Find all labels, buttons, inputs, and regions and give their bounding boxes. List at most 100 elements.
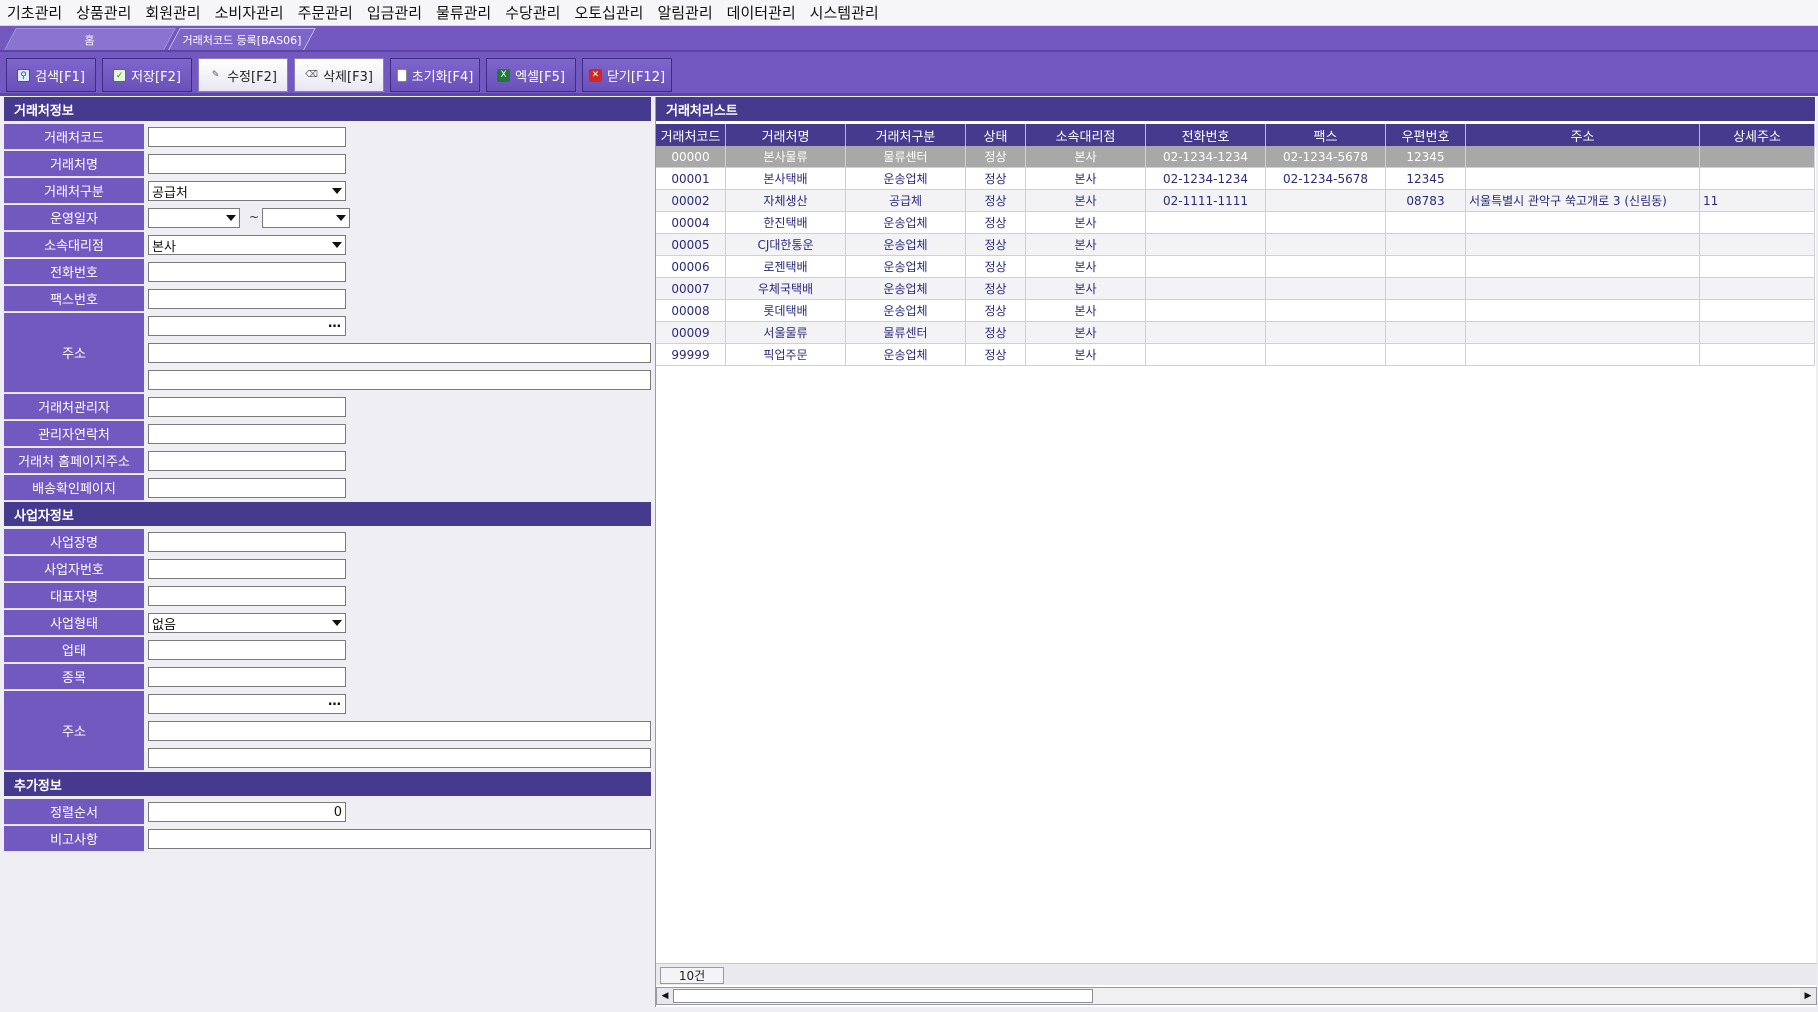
cell-branch: 본사 <box>1026 234 1146 255</box>
business-name-row: 사업장명 <box>4 529 651 555</box>
manager-input[interactable] <box>148 397 346 417</box>
zipcode-search-input[interactable]: … <box>148 316 346 336</box>
more-icon[interactable]: … <box>328 316 341 331</box>
col-header-code[interactable]: 거래처코드 <box>656 124 726 146</box>
manager-contact-input[interactable] <box>148 424 346 444</box>
table-row[interactable]: 99999 픽업주문 운송업체 정상 본사 <box>656 344 1815 366</box>
col-header-status[interactable]: 상태 <box>966 124 1026 146</box>
client-list-panel: 거래처리스트 거래처코드 거래처명 거래처구분 상태 소속대리점 전화번호 팩스… <box>655 97 1817 1007</box>
search-button[interactable]: ⚲ 검색[F1] <box>6 58 96 92</box>
client-type-label: 거래처구분 <box>4 178 144 204</box>
cell-code: 00006 <box>656 256 726 277</box>
client-name-input[interactable] <box>148 154 346 174</box>
table-row[interactable]: 00009 서울물류 물류센터 정상 본사 <box>656 322 1815 344</box>
branch-select[interactable]: 본사 <box>148 235 346 255</box>
tab-home[interactable]: 홈 <box>4 28 176 50</box>
industry-row: 업태 <box>4 637 651 663</box>
delete-button[interactable]: ⌫ 삭제[F3] <box>294 58 384 92</box>
item-row: 종목 <box>4 664 651 690</box>
fax-input[interactable] <box>148 289 346 309</box>
close-button[interactable]: ✕ 닫기[F12] <box>582 58 672 92</box>
search-icon: ⚲ <box>17 68 31 82</box>
menu-item-member[interactable]: 회원관리 <box>138 2 207 23</box>
table-row[interactable]: 00007 우체국택배 운송업체 정상 본사 <box>656 278 1815 300</box>
industry-input[interactable] <box>148 640 346 660</box>
biz-address-line2-input[interactable] <box>148 748 651 768</box>
search-button-label: 검색[F1] <box>35 69 85 85</box>
menu-item-system[interactable]: 시스템관리 <box>803 2 886 23</box>
homepage-label: 거래처 홈페이지주소 <box>4 448 144 474</box>
tab-client-code[interactable]: 거래처코드 등록[BAS06] <box>168 28 316 50</box>
col-header-detail-address[interactable]: 상세주소 <box>1700 124 1815 146</box>
horizontal-scrollbar[interactable]: ◀ ▶ <box>656 987 1817 1005</box>
operating-period-from-select[interactable] <box>148 208 240 228</box>
cell-type: 운송업체 <box>846 344 966 365</box>
remarks-label: 비고사항 <box>4 826 144 852</box>
col-header-fax[interactable]: 팩스 <box>1266 124 1386 146</box>
phone-input[interactable] <box>148 262 346 282</box>
operating-period-to-select[interactable] <box>262 208 350 228</box>
scroll-left-icon[interactable]: ◀ <box>657 988 673 1004</box>
business-type-row: 사업형태 없음 <box>4 610 651 636</box>
table-row[interactable]: 00004 한진택배 운송업체 정상 본사 <box>656 212 1815 234</box>
toolbar: ⚲ 검색[F1] ✓ 저장[F2] ✎ 수정[F2] ⌫ 삭제[F3] 초기화[… <box>0 52 1818 96</box>
fax-label: 팩스번호 <box>4 286 144 312</box>
business-type-select[interactable]: 없음 <box>148 613 346 633</box>
col-header-phone[interactable]: 전화번호 <box>1146 124 1266 146</box>
address-line1-input[interactable] <box>148 343 651 363</box>
client-type-select[interactable]: 공급처 <box>148 181 346 201</box>
cell-status: 정상 <box>966 278 1026 299</box>
cell-status: 정상 <box>966 168 1026 189</box>
table-row[interactable]: 00000 본사물류 물류센터 정상 본사 02-1234-1234 02-12… <box>656 146 1815 168</box>
menu-item-notification[interactable]: 알림관리 <box>650 2 719 23</box>
cell-detail-address <box>1700 278 1815 299</box>
client-list-section-title: 거래처리스트 <box>656 97 1815 121</box>
cell-address <box>1466 300 1700 321</box>
table-row[interactable]: 00005 CJ대한통운 운송업체 정상 본사 <box>656 234 1815 256</box>
col-header-address[interactable]: 주소 <box>1466 124 1700 146</box>
client-code-input[interactable] <box>148 127 346 147</box>
scroll-right-icon[interactable]: ▶ <box>1800 988 1816 1004</box>
cell-zip <box>1386 212 1466 233</box>
cell-address <box>1466 234 1700 255</box>
homepage-input[interactable] <box>148 451 346 471</box>
save-button[interactable]: ✓ 저장[F2] <box>102 58 192 92</box>
table-row[interactable]: 00002 자체생산 공급체 정상 본사 02-1111-1111 08783 … <box>656 190 1815 212</box>
menu-item-basic[interactable]: 기초관리 <box>0 2 69 23</box>
delivery-page-input[interactable] <box>148 478 346 498</box>
more-icon[interactable]: … <box>328 694 341 709</box>
menu-item-data[interactable]: 데이터관리 <box>720 2 803 23</box>
table-row[interactable]: 00006 로젠택배 운송업체 정상 본사 <box>656 256 1815 278</box>
biz-zipcode-search-input[interactable]: … <box>148 694 346 714</box>
menu-item-autoship[interactable]: 오토십관리 <box>567 2 650 23</box>
col-header-name[interactable]: 거래처명 <box>726 124 846 146</box>
business-number-input[interactable] <box>148 559 346 579</box>
col-header-zip[interactable]: 우편번호 <box>1386 124 1466 146</box>
cell-detail-address <box>1700 146 1815 167</box>
representative-input[interactable] <box>148 586 346 606</box>
menu-item-allowance[interactable]: 수당관리 <box>498 2 567 23</box>
menu-item-order[interactable]: 주문관리 <box>291 2 360 23</box>
menu-item-consumer[interactable]: 소비자관리 <box>208 2 291 23</box>
table-row[interactable]: 00001 본사택배 운송업체 정상 본사 02-1234-1234 02-12… <box>656 168 1815 190</box>
reset-button[interactable]: 초기화[F4] <box>390 58 480 92</box>
biz-address-line1-input[interactable] <box>148 721 651 741</box>
table-row[interactable]: 00008 롯데택배 운송업체 정상 본사 <box>656 300 1815 322</box>
cell-code: 00009 <box>656 322 726 343</box>
cell-name: 롯데택배 <box>726 300 846 321</box>
sort-order-input[interactable]: 0 <box>148 802 346 822</box>
edit-button[interactable]: ✎ 수정[F2] <box>198 58 288 92</box>
cell-status: 정상 <box>966 190 1026 211</box>
business-name-input[interactable] <box>148 532 346 552</box>
item-input[interactable] <box>148 667 346 687</box>
col-header-branch[interactable]: 소속대리점 <box>1026 124 1146 146</box>
menu-item-product[interactable]: 상품관리 <box>69 2 138 23</box>
menu-item-deposit[interactable]: 입금관리 <box>360 2 429 23</box>
excel-button[interactable]: X 엑셀[F5] <box>486 58 576 92</box>
col-header-type[interactable]: 거래처구분 <box>846 124 966 146</box>
scrollbar-thumb[interactable] <box>673 989 1093 1003</box>
menu-item-logistics[interactable]: 물류관리 <box>429 2 498 23</box>
remarks-input[interactable] <box>148 829 651 849</box>
address-line2-input[interactable] <box>148 370 651 390</box>
cell-type: 공급체 <box>846 190 966 211</box>
